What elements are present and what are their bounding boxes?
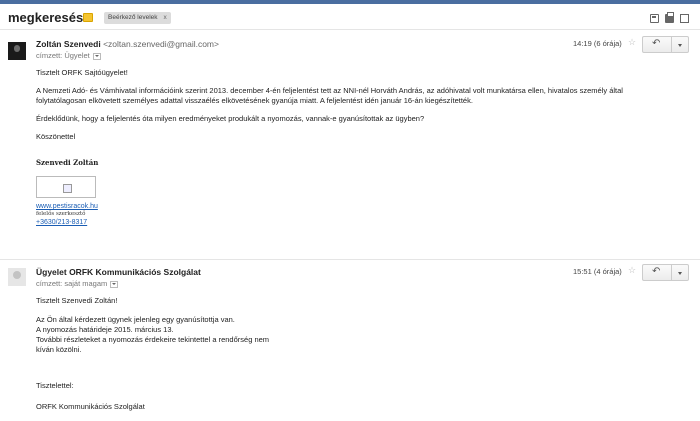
- recipient-text: címzett: Ügyelet: [36, 51, 90, 60]
- sender-avatar: [8, 42, 26, 60]
- recipient-line: címzett: saját magam: [36, 279, 119, 288]
- star-icon[interactable]: ☆: [628, 265, 636, 276]
- conversation-subject: megkeresés: [8, 10, 84, 25]
- body-greeting: Tisztelt Szenvedi Zoltán!: [36, 296, 118, 305]
- sender-email: <zoltan.szenvedi@gmail.com>: [103, 39, 219, 49]
- signature-phone-link[interactable]: +3630/213-8317: [36, 218, 646, 227]
- sender-line: Ügyelet ORFK Kommunikációs Szolgálat: [36, 267, 201, 277]
- print-icon[interactable]: [665, 12, 674, 23]
- body-line: kíván közölni.: [36, 345, 82, 354]
- body-paragraph: Tisztelt ORFK Sajtóügyelet!: [36, 68, 128, 77]
- conversation-header: megkeresés Beérkező levelek x: [0, 4, 700, 30]
- body-paragraph: A Nemzeti Adó- és Vámhivatal információi…: [36, 86, 623, 105]
- recipient-line: címzett: Ügyelet: [36, 51, 101, 60]
- recipient-text: címzett: saját magam: [36, 279, 108, 288]
- inbox-label-chip[interactable]: Beérkező levelek x: [104, 12, 171, 24]
- reply-button[interactable]: [642, 36, 672, 53]
- signature-broken-image: [36, 176, 96, 198]
- message-time: 15:51 (4 órája): [573, 267, 622, 276]
- signature-role: felelős szerkesztő: [36, 211, 86, 217]
- message-divider: [0, 259, 700, 260]
- message-time: 14:19 (6 órája): [573, 39, 622, 48]
- sender-name[interactable]: Zoltán Szenvedi: [36, 39, 101, 49]
- message-body: Tisztelt Szenvedi Zoltán! Az Ön által ké…: [36, 296, 646, 412]
- sender-line: Zoltán Szenvedi <zoltan.szenvedi@gmail.c…: [36, 39, 219, 49]
- new-window-icon[interactable]: [680, 14, 689, 23]
- details-dropdown-icon[interactable]: [92, 52, 101, 60]
- star-icon[interactable]: ☆: [628, 37, 636, 48]
- inbox-label-text: Beérkező levelek: [108, 14, 158, 21]
- message-body: Tisztelt ORFK Sajtóügyelet! A Nemzeti Ad…: [36, 68, 646, 227]
- sender-avatar: [8, 268, 26, 286]
- body-line: A nyomozás határideje 2015. március 13.: [36, 325, 174, 334]
- more-actions-button[interactable]: [671, 264, 689, 281]
- remove-label-icon[interactable]: x: [164, 14, 167, 21]
- more-actions-button[interactable]: [671, 36, 689, 53]
- important-marker-icon[interactable]: [83, 13, 93, 22]
- signature-name: Szenvedi Zoltán: [36, 158, 99, 167]
- body-closing: Tisztelettel:: [36, 381, 74, 390]
- details-dropdown-icon[interactable]: [110, 280, 119, 288]
- body-line: Az Ön által kérdezett ügynek jelenleg eg…: [36, 315, 235, 324]
- body-line: További részleteket a nyomozás érdekeire…: [36, 335, 270, 344]
- reply-button[interactable]: [642, 264, 672, 281]
- body-paragraph: Köszönettel: [36, 132, 76, 141]
- body-signoff: ORFK Kommunikációs Szolgálat: [36, 402, 145, 411]
- sender-name[interactable]: Ügyelet ORFK Kommunikációs Szolgálat: [36, 267, 201, 277]
- body-paragraph: Érdeklődünk, hogy a feljelentés óta mily…: [36, 114, 425, 123]
- archive-icon[interactable]: [650, 14, 659, 23]
- signature-website-link[interactable]: www.pestisracok.hu: [36, 202, 646, 211]
